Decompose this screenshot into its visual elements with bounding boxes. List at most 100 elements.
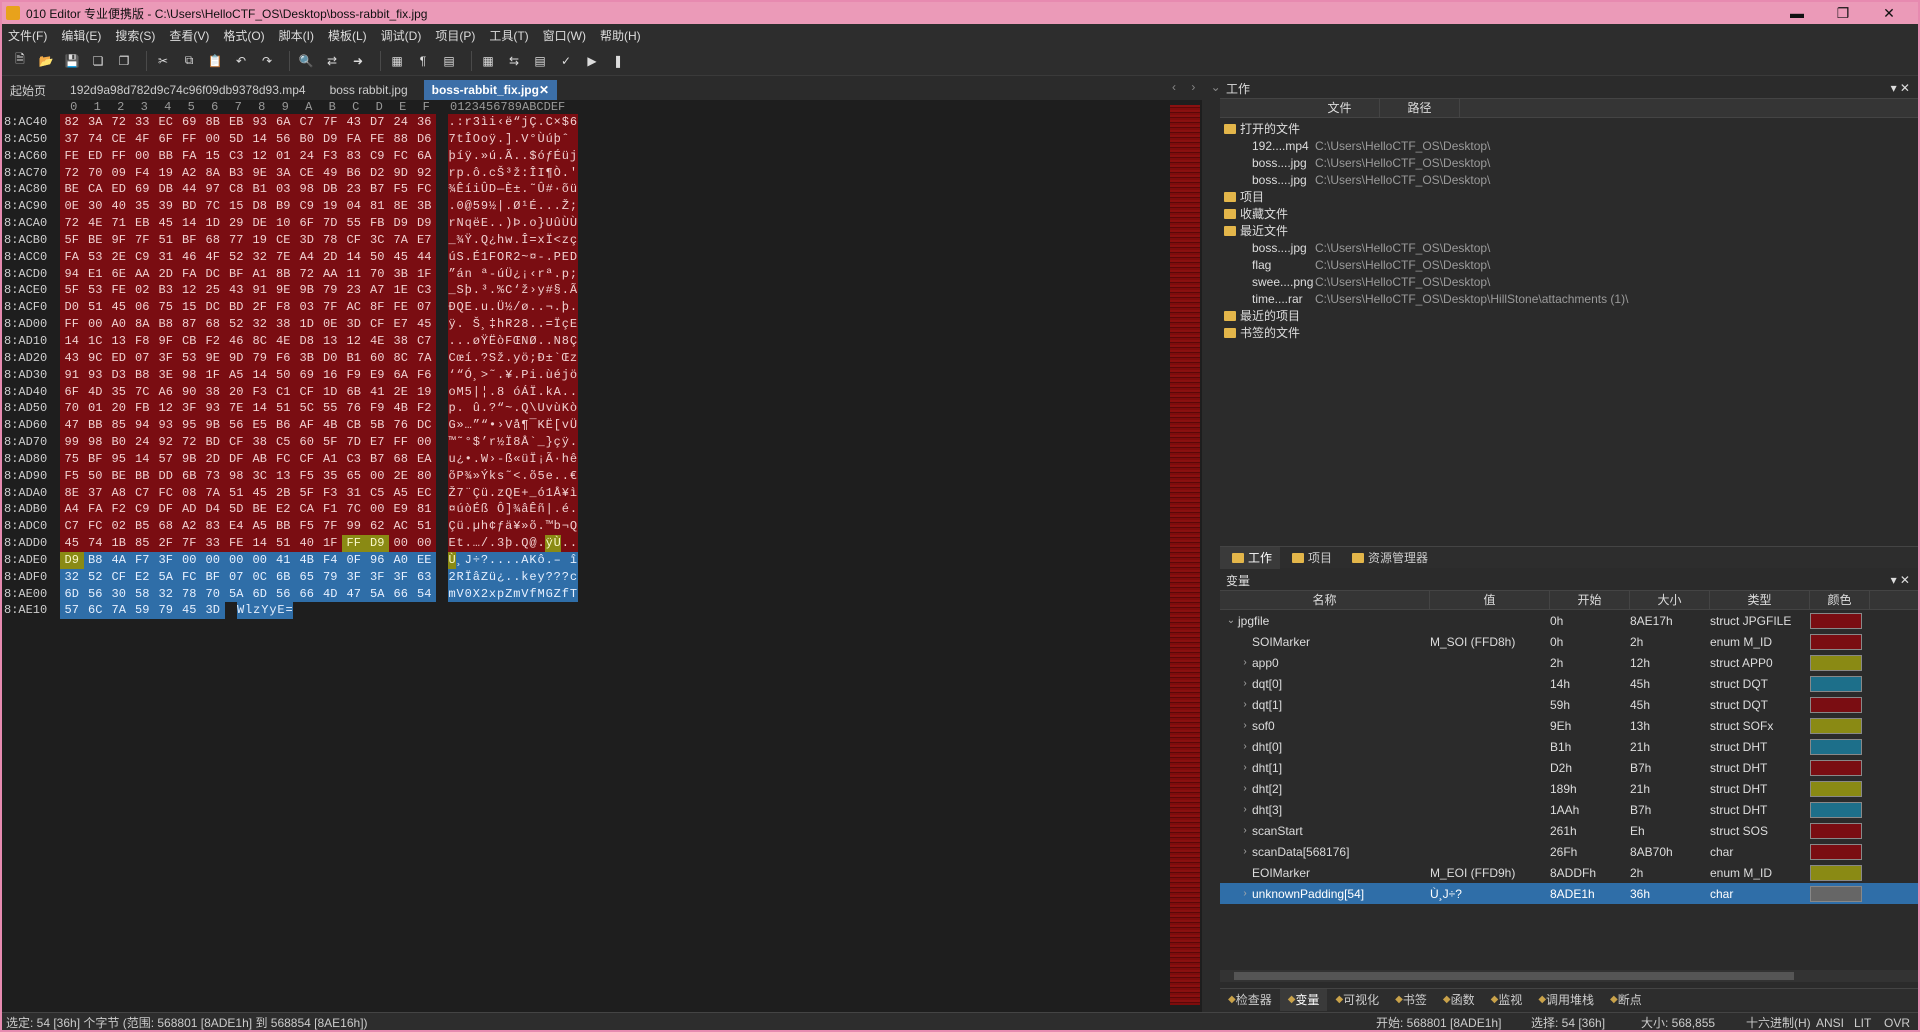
ascii-char[interactable]: ë [504,114,513,131]
hex-byte[interactable]: 14 [130,450,154,468]
ascii-char[interactable]: Q [504,484,513,502]
ascii-char[interactable]: X [472,585,481,603]
ascii-char[interactable]: G [545,585,554,603]
hex-row[interactable]: 8:AE10 57 6C 7A 59 79 45 3D Wl z Yy E = [2,602,578,620]
hex-byte[interactable]: 00 [365,501,389,519]
bottom-tab-7[interactable]: ◆ 断点 [1602,989,1650,1011]
ascii-char[interactable]: _ [448,231,457,249]
ascii-char[interactable]: ? [553,568,562,586]
ascii-char[interactable]: Û [537,181,546,199]
ascii-char[interactable]: . [569,299,578,317]
menu-item-11[interactable]: 帮助(H) [600,27,641,44]
ascii-char[interactable]: Z [504,585,513,603]
ascii-char[interactable]: ü [561,147,570,165]
bottom-tab-2[interactable]: ◆ 可视化 [1327,989,1387,1011]
hex-byte[interactable]: 20 [224,383,248,401]
hex-byte[interactable]: 12 [154,400,178,418]
hex-byte[interactable]: 31 [342,484,366,502]
hex-byte[interactable]: 08 [177,484,201,502]
variable-row[interactable]: › scanStart 261h Eh struct SOS [1220,820,1918,841]
ascii-char[interactable]: . [472,450,481,468]
ascii-char[interactable]: . [496,551,505,569]
hex-byte[interactable]: 04 [342,198,366,216]
hex-byte[interactable]: 8A [201,164,225,182]
ascii-char[interactable]: t [456,535,465,552]
menu-item-9[interactable]: 工具(T) [489,27,528,44]
ascii-char[interactable]: . [537,383,546,401]
ascii-char[interactable]: E [561,248,570,266]
hex-byte[interactable]: A8 [107,484,131,502]
ascii-char[interactable]: Ê [456,181,465,199]
ascii-char[interactable]: . [496,366,505,384]
hex-byte[interactable]: B3 [224,164,248,182]
status-mode[interactable]: 十六进制(H) [1746,1014,1816,1030]
ascii-char[interactable]: í [456,147,465,165]
ascii-text[interactable]: 7 t Î Oo ÿ.]. V ° Ùú þ ˆ [448,130,578,148]
hex-byte[interactable]: 91 [60,366,84,384]
ascii-char[interactable]: ª [545,265,554,283]
ascii-char[interactable]: ƒ [496,518,505,536]
color-swatch[interactable] [1810,822,1862,839]
ascii-char[interactable]: P [553,248,562,266]
ascii-char[interactable]: ú [496,265,505,283]
hex-byte[interactable]: 1F [201,366,225,384]
var-color-cell[interactable] [1810,843,1870,860]
hex-row[interactable]: 8:ACE0 5F 53 FE 02 B3 12 25 43 91 9E 9B 79 23 A7 1E C3 _ S… [2,282,578,300]
hex-byte[interactable]: 39 [154,198,178,216]
hex-bytes[interactable]: D9 B8 4A F7 3F 00 00 00 00 41 4B F4 0F 96 A0 EE [60,551,436,569]
hex-byte[interactable]: DD [154,467,178,485]
hex-byte[interactable]: 6A [412,147,436,165]
hex-byte[interactable]: B3 [154,282,178,300]
ascii-char[interactable]: Q [520,400,529,418]
ascii-char[interactable]: ž [512,164,521,182]
hex-byte[interactable]: 6D [60,585,84,603]
hex-byte[interactable]: 52 [224,248,248,266]
ascii-char[interactable]: . [464,248,473,266]
ascii-char[interactable]: z [252,602,261,620]
ascii-char[interactable]: ? [488,400,497,418]
ascii-char[interactable]: ¬ [545,299,554,317]
hex-lines[interactable]: 8:AC40 82 3A 72 33 EC 69 8B EB 93 6A C7 7F 43 D7 24 36.:… [2,114,578,620]
ascii-char[interactable]: ‘ [448,366,457,384]
hex-byte[interactable]: CF [107,568,131,586]
hex-byte[interactable]: A4 [60,501,84,519]
hex-byte[interactable]: EB [224,114,248,131]
status-encoding[interactable]: ANSI [1816,1016,1854,1030]
var-color-cell[interactable] [1810,885,1870,902]
ascii-char[interactable]: ˜ [488,366,497,384]
hex-byte[interactable]: 12 [177,282,201,300]
tree-file[interactable]: time....rar C:\Users\HelloCTF_OS\Desktop\… [1220,290,1918,307]
ascii-char[interactable]: p [496,585,505,603]
hex-byte[interactable]: AC [389,518,413,536]
ascii-char[interactable]: ° [528,130,538,148]
panel-tab-1[interactable]: 项目 [1280,547,1340,569]
hex-byte[interactable]: EE [412,551,436,569]
ascii-char[interactable] [561,551,570,569]
hex-byte[interactable]: F5 [295,467,319,485]
var-color-cell[interactable] [1810,717,1870,734]
hex-byte[interactable]: F4 [130,164,154,182]
hex-byte[interactable]: FC [389,147,413,165]
hex-row[interactable]: 8:AD50 70 01 20 FB 12 3F 93 7E 14 51 5C 55 76 F9 4B F2 p.… [2,400,578,418]
hex-row[interactable]: 8:AE00 6D 56 30 58 32 78 70 5A 6D 56 66 4D 47 5A 66 54 m V… [2,585,578,603]
ascii-char[interactable]: ~ [504,400,513,418]
ascii-char[interactable]: D [488,181,497,199]
hex-byte[interactable]: 4D [83,383,107,401]
ascii-char[interactable]: 8 [520,316,529,333]
ascii-char[interactable]: 1 [480,248,489,266]
hex-byte[interactable]: 00 [248,551,272,569]
hex-bytes[interactable]: 45 74 1B 85 2F 7F 33 FE 14 51 40 1F FF D9 00 00 [60,535,436,552]
hex-byte[interactable]: 9E [248,164,272,182]
hex-byte[interactable]: 92 [412,164,436,182]
hex-row[interactable]: 8:AD00 FF 00 A0 8A B8 87 68 52 32 38 1D 0E 3D CF E7 45 ÿ.… [2,316,578,333]
hex-byte[interactable]: 8C [389,349,413,367]
hex-byte[interactable]: 20 [107,400,131,418]
ascii-char[interactable]: M [456,383,465,401]
hex-byte[interactable]: 7E [224,400,248,418]
hex-byte[interactable]: 7F [177,535,201,552]
restore-icon[interactable]: ❐ [1820,2,1866,24]
hex-byte[interactable]: A7 [365,282,389,300]
var-col-2[interactable]: 开始 [1550,590,1630,610]
hex-byte[interactable]: D9 [389,215,413,232]
variable-row[interactable]: SOIMarker M_SOI (FFD8h) 0h 2h enum M_ID [1220,631,1918,652]
